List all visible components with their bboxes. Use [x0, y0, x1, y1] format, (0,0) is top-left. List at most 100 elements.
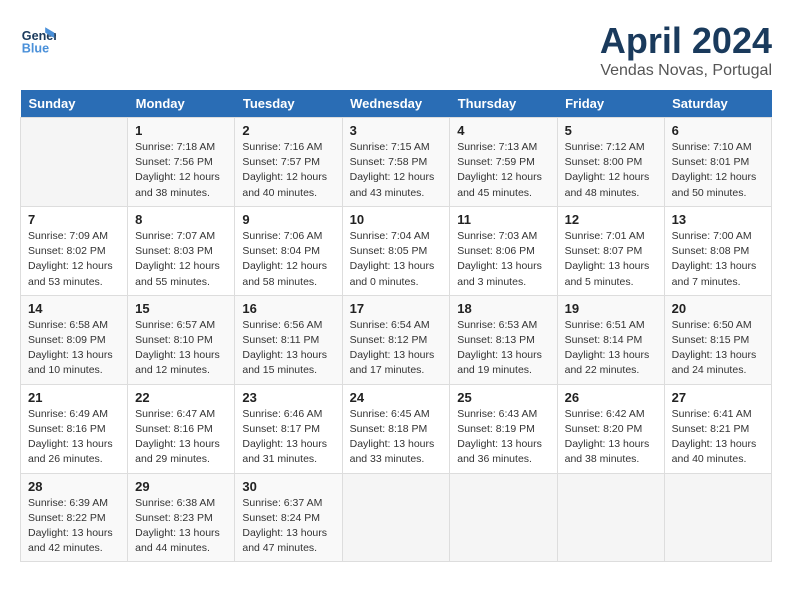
calendar-cell: 19Sunrise: 6:51 AMSunset: 8:14 PMDayligh… [557, 295, 664, 384]
day-number: 27 [672, 390, 764, 405]
day-number: 5 [565, 123, 657, 138]
day-info: Sunrise: 7:07 AMSunset: 8:03 PMDaylight:… [135, 229, 227, 290]
day-info: Sunrise: 6:50 AMSunset: 8:15 PMDaylight:… [672, 318, 764, 379]
day-number: 1 [135, 123, 227, 138]
calendar-header-row: SundayMondayTuesdayWednesdayThursdayFrid… [21, 90, 772, 118]
day-number: 11 [457, 212, 549, 227]
day-info: Sunrise: 6:39 AMSunset: 8:22 PMDaylight:… [28, 496, 120, 557]
calendar-week-1: 1 Sunrise: 7:18 AMSunset: 7:56 PMDaylight… [21, 118, 772, 207]
day-number: 23 [242, 390, 334, 405]
day-number: 29 [135, 479, 227, 494]
day-number: 12 [565, 212, 657, 227]
day-number: 30 [242, 479, 334, 494]
calendar-cell [557, 473, 664, 562]
day-number: 3 [350, 123, 443, 138]
logo-icon: General Blue [20, 20, 56, 56]
calendar-cell: 18 Sunrise: 6:53 AMSunset: 8:13 PMDayligh… [450, 295, 557, 384]
calendar-cell: 21 Sunrise: 6:49 AMSunset: 8:16 PMDayligh… [21, 384, 128, 473]
header-tuesday: Tuesday [235, 90, 342, 118]
day-number: 7 [28, 212, 120, 227]
day-number: 21 [28, 390, 120, 405]
calendar-cell: 26Sunrise: 6:42 AMSunset: 8:20 PMDayligh… [557, 384, 664, 473]
day-number: 16 [242, 301, 334, 316]
day-info: Sunrise: 6:43 AMSunset: 8:19 PMDaylight:… [457, 407, 549, 468]
day-info: Sunrise: 7:12 AMSunset: 8:00 PMDaylight:… [565, 140, 657, 201]
day-number: 8 [135, 212, 227, 227]
calendar-cell: 16 Sunrise: 6:56 AMSunset: 8:11 PMDayligh… [235, 295, 342, 384]
day-info: Sunrise: 7:18 AMSunset: 7:56 PMDaylight:… [135, 140, 227, 201]
day-number: 22 [135, 390, 227, 405]
calendar-cell: 4Sunrise: 7:13 AMSunset: 7:59 PMDaylight… [450, 118, 557, 207]
day-number: 25 [457, 390, 549, 405]
calendar-subtitle: Vendas Novas, Portugal [600, 62, 772, 80]
header-wednesday: Wednesday [342, 90, 450, 118]
header-monday: Monday [128, 90, 235, 118]
day-number: 18 [457, 301, 549, 316]
day-number: 28 [28, 479, 120, 494]
calendar-cell: 3 Sunrise: 7:15 AMSunset: 7:58 PMDaylight… [342, 118, 450, 207]
day-info: Sunrise: 7:09 AMSunset: 8:02 PMDaylight:… [28, 229, 120, 290]
calendar-week-4: 21 Sunrise: 6:49 AMSunset: 8:16 PMDayligh… [21, 384, 772, 473]
day-number: 17 [350, 301, 443, 316]
calendar-cell: 8 Sunrise: 7:07 AMSunset: 8:03 PMDaylight… [128, 206, 235, 295]
day-info: Sunrise: 7:01 AMSunset: 8:07 PMDaylight:… [565, 229, 657, 290]
calendar-cell: 12 Sunrise: 7:01 AMSunset: 8:07 PMDayligh… [557, 206, 664, 295]
calendar-cell: 30 Sunrise: 6:37 AMSunset: 8:24 PMDayligh… [235, 473, 342, 562]
day-info: Sunrise: 7:16 AMSunset: 7:57 PMDaylight:… [242, 140, 334, 201]
calendar-cell [450, 473, 557, 562]
day-info: Sunrise: 7:06 AMSunset: 8:04 PMDaylight:… [242, 229, 334, 290]
title-area: April 2024 Vendas Novas, Portugal [600, 20, 772, 80]
svg-text:Blue: Blue [22, 41, 49, 55]
day-info: Sunrise: 6:41 AMSunset: 8:21 PMDaylight:… [672, 407, 764, 468]
calendar-cell [664, 473, 771, 562]
calendar-cell: 1 Sunrise: 7:18 AMSunset: 7:56 PMDaylight… [128, 118, 235, 207]
day-number: 2 [242, 123, 334, 138]
day-info: Sunrise: 6:57 AMSunset: 8:10 PMDaylight:… [135, 318, 227, 379]
header-thursday: Thursday [450, 90, 557, 118]
day-number: 13 [672, 212, 764, 227]
day-info: Sunrise: 6:51 AMSunset: 8:14 PMDaylight:… [565, 318, 657, 379]
calendar-title: April 2024 [600, 20, 772, 62]
calendar-week-2: 7 Sunrise: 7:09 AMSunset: 8:02 PMDaylight… [21, 206, 772, 295]
calendar-cell: 14 Sunrise: 6:58 AMSunset: 8:09 PMDayligh… [21, 295, 128, 384]
calendar-cell: 24Sunrise: 6:45 AMSunset: 8:18 PMDayligh… [342, 384, 450, 473]
day-info: Sunrise: 6:49 AMSunset: 8:16 PMDaylight:… [28, 407, 120, 468]
calendar-cell: 23 Sunrise: 6:46 AMSunset: 8:17 PMDayligh… [235, 384, 342, 473]
calendar-week-3: 14 Sunrise: 6:58 AMSunset: 8:09 PMDayligh… [21, 295, 772, 384]
day-info: Sunrise: 7:04 AMSunset: 8:05 PMDaylight:… [350, 229, 443, 290]
calendar-cell: 25 Sunrise: 6:43 AMSunset: 8:19 PMDayligh… [450, 384, 557, 473]
day-info: Sunrise: 6:54 AMSunset: 8:12 PMDaylight:… [350, 318, 443, 379]
day-number: 15 [135, 301, 227, 316]
day-info: Sunrise: 6:46 AMSunset: 8:17 PMDaylight:… [242, 407, 334, 468]
calendar-cell: 15 Sunrise: 6:57 AMSunset: 8:10 PMDayligh… [128, 295, 235, 384]
day-number: 14 [28, 301, 120, 316]
day-info: Sunrise: 7:10 AMSunset: 8:01 PMDaylight:… [672, 140, 764, 201]
day-info: Sunrise: 6:56 AMSunset: 8:11 PMDaylight:… [242, 318, 334, 379]
calendar-cell: 9 Sunrise: 7:06 AMSunset: 8:04 PMDaylight… [235, 206, 342, 295]
day-info: Sunrise: 6:38 AMSunset: 8:23 PMDaylight:… [135, 496, 227, 557]
calendar-cell [342, 473, 450, 562]
day-info: Sunrise: 7:00 AMSunset: 8:08 PMDaylight:… [672, 229, 764, 290]
calendar-cell [21, 118, 128, 207]
day-info: Sunrise: 6:58 AMSunset: 8:09 PMDaylight:… [28, 318, 120, 379]
day-info: Sunrise: 6:53 AMSunset: 8:13 PMDaylight:… [457, 318, 549, 379]
calendar-cell: 20 Sunrise: 6:50 AMSunset: 8:15 PMDayligh… [664, 295, 771, 384]
calendar-cell: 29 Sunrise: 6:38 AMSunset: 8:23 PMDayligh… [128, 473, 235, 562]
header-friday: Friday [557, 90, 664, 118]
day-number: 10 [350, 212, 443, 227]
calendar-cell: 28 Sunrise: 6:39 AMSunset: 8:22 PMDayligh… [21, 473, 128, 562]
day-number: 20 [672, 301, 764, 316]
day-info: Sunrise: 7:03 AMSunset: 8:06 PMDaylight:… [457, 229, 549, 290]
calendar-cell: 7 Sunrise: 7:09 AMSunset: 8:02 PMDaylight… [21, 206, 128, 295]
header-sunday: Sunday [21, 90, 128, 118]
day-info: Sunrise: 7:15 AMSunset: 7:58 PMDaylight:… [350, 140, 443, 201]
day-number: 9 [242, 212, 334, 227]
calendar-cell: 11 Sunrise: 7:03 AMSunset: 8:06 PMDayligh… [450, 206, 557, 295]
day-info: Sunrise: 6:37 AMSunset: 8:24 PMDaylight:… [242, 496, 334, 557]
calendar-cell: 13 Sunrise: 7:00 AMSunset: 8:08 PMDayligh… [664, 206, 771, 295]
calendar-cell: 17 Sunrise: 6:54 AMSunset: 8:12 PMDayligh… [342, 295, 450, 384]
calendar-table: SundayMondayTuesdayWednesdayThursdayFrid… [20, 90, 772, 562]
calendar-cell: 2 Sunrise: 7:16 AMSunset: 7:57 PMDaylight… [235, 118, 342, 207]
calendar-cell: 27 Sunrise: 6:41 AMSunset: 8:21 PMDayligh… [664, 384, 771, 473]
day-number: 4 [457, 123, 549, 138]
